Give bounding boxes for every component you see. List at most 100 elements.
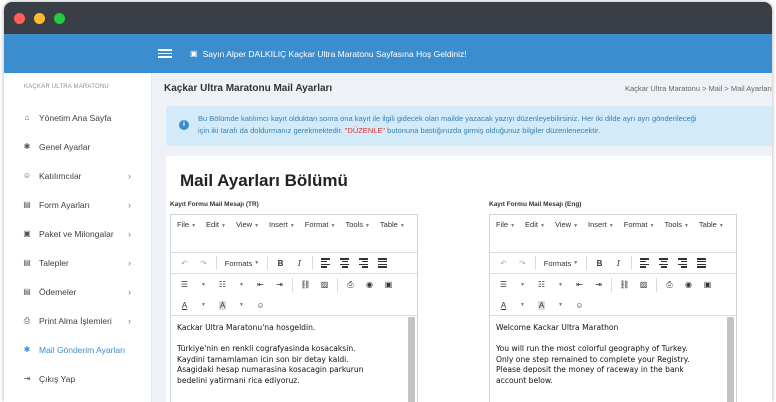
background-color-icon[interactable]: A — [213, 298, 232, 313]
sidebar-item[interactable]: ▤ Ödemeler › — [4, 277, 151, 306]
editor-scrollbar[interactable] — [727, 317, 734, 402]
toolbar-separator — [312, 256, 313, 270]
editor-label: Kayıt Formu Mail Mesajı (Eng) — [489, 201, 582, 208]
caret-down-icon: ▼ — [649, 223, 655, 229]
bullet-list-icon[interactable]: ☰ — [494, 277, 513, 292]
image-icon[interactable]: ▨ — [634, 277, 653, 292]
align-center-icon[interactable] — [335, 256, 354, 271]
numbered-list-icon[interactable]: ☷ — [532, 277, 551, 292]
media-icon[interactable]: ▣ — [698, 277, 717, 292]
link-icon[interactable]: ⛓ — [615, 277, 634, 292]
chevron-right-icon: › — [128, 315, 131, 326]
caret-down-icon[interactable]: ▼ — [232, 277, 251, 292]
bold-icon[interactable]: B — [271, 256, 290, 271]
formats-dropdown[interactable]: Formats ▼ — [220, 256, 264, 271]
bold-icon[interactable]: B — [590, 256, 609, 271]
align-left-icon[interactable] — [635, 256, 654, 271]
link-icon[interactable]: ⛓ — [296, 277, 315, 292]
image-icon[interactable]: ▨ — [315, 277, 334, 292]
minimize-window-dot[interactable] — [34, 12, 45, 24]
sidebar-item[interactable]: ▤ Talepler › — [4, 248, 151, 277]
preview-icon[interactable]: ◉ — [679, 277, 698, 292]
align-justify-icon[interactable] — [373, 256, 392, 271]
editor-menu-item[interactable]: Format ▼ — [305, 219, 336, 237]
align-right-icon[interactable] — [673, 256, 692, 271]
editor-menu-item[interactable]: Insert ▼ — [588, 219, 614, 237]
editor-menu-item[interactable]: Table ▼ — [380, 219, 405, 237]
payment-icon: ▤ — [23, 287, 31, 296]
undo-icon[interactable]: ↶ — [175, 256, 194, 271]
page-title: Kaçkar Ultra Maratonu Mail Ayarları — [164, 82, 333, 94]
indent-icon[interactable]: ⇥ — [270, 277, 289, 292]
sidebar-item[interactable]: ☺ Katılımcılar › — [4, 161, 151, 190]
editor-body[interactable]: Kackar Ultra Maratonu'na hosgeldin. Türk… — [171, 316, 417, 386]
italic-icon[interactable]: I — [609, 256, 628, 271]
editor-menubar: File ▼ Edit ▼ View ▼ Insert ▼ Format ▼ Tools ▼ Table… — [171, 215, 417, 253]
close-window-dot[interactable] — [14, 12, 25, 24]
page-header: Kaçkar Ultra Maratonu Mail Ayarları Kaçk… — [152, 73, 772, 103]
align-center-icon[interactable] — [654, 256, 673, 271]
brand-strip — [4, 34, 152, 73]
editor-scrollbar[interactable] — [408, 317, 415, 402]
indent-icon[interactable]: ⇥ — [589, 277, 608, 292]
caret-down-icon[interactable]: ▼ — [551, 277, 570, 292]
print-icon[interactable]: ⎙ — [660, 277, 679, 292]
emoticon-icon[interactable]: ☺ — [570, 298, 589, 313]
caret-down-icon: ▼ — [573, 260, 579, 266]
media-icon[interactable]: ▣ — [379, 277, 398, 292]
background-color-icon[interactable]: A — [532, 298, 551, 313]
align-right-icon[interactable] — [354, 256, 373, 271]
caret-down-icon[interactable]: ▼ — [194, 277, 213, 292]
text-color-icon[interactable]: A — [175, 298, 194, 313]
editor-toolbar-row: A ▼ A ▼ ☺ — [490, 295, 736, 316]
editor-menu-label: Insert — [588, 220, 607, 229]
sidebar-item[interactable]: ✱ Genel Ayarlar — [4, 132, 151, 161]
editor-body[interactable]: Welcome Kackar Ultra Marathon You will r… — [490, 316, 736, 386]
toolbar-separator — [611, 277, 612, 292]
print-icon[interactable]: ⎙ — [341, 277, 360, 292]
redo-icon[interactable]: ↷ — [194, 256, 213, 271]
maximize-window-dot[interactable] — [54, 12, 65, 24]
home-icon: ⌂ — [24, 113, 30, 122]
editor-menu-item[interactable]: Insert ▼ — [269, 219, 295, 237]
editor-menu-item[interactable]: Format ▼ — [624, 219, 655, 237]
align-justify-icon[interactable] — [692, 256, 711, 271]
editor-menu-item[interactable]: Tools ▼ — [664, 219, 688, 237]
editor-menu-item[interactable]: File ▼ — [496, 219, 515, 237]
editor-menu-item[interactable]: View ▼ — [555, 219, 578, 237]
caret-down-icon[interactable]: ▼ — [194, 298, 213, 313]
caret-down-icon[interactable]: ▼ — [551, 298, 570, 313]
breadcrumb[interactable]: Kaçkar Ultra Maratonu > Mail > Mail Ayar… — [625, 84, 772, 93]
editor-menu-item[interactable]: File ▼ — [177, 219, 196, 237]
sidebar-item[interactable]: ▣ Paket ve Milongalar › — [4, 219, 151, 248]
caret-down-icon: ▼ — [364, 223, 370, 229]
undo-icon[interactable]: ↶ — [494, 256, 513, 271]
chevron-right-icon: › — [128, 228, 131, 239]
redo-icon[interactable]: ↷ — [513, 256, 532, 271]
emoticon-icon[interactable]: ☺ — [251, 298, 270, 313]
sidebar-item[interactable]: ⇥ Çıkış Yap — [4, 364, 151, 393]
preview-icon[interactable]: ◉ — [360, 277, 379, 292]
sidebar-item[interactable]: ⎙ Print Alma İşlemleri › — [4, 306, 151, 335]
outdent-icon[interactable]: ⇤ — [251, 277, 270, 292]
editor-menu-item[interactable]: Tools ▼ — [345, 219, 369, 237]
sidebar-item[interactable]: ▤ Form Ayarları › — [4, 190, 151, 219]
italic-icon[interactable]: I — [290, 256, 309, 271]
align-left-icon[interactable] — [316, 256, 335, 271]
menu-toggle-icon[interactable] — [158, 49, 172, 58]
caret-down-icon[interactable]: ▼ — [232, 298, 251, 313]
outdent-icon[interactable]: ⇤ — [570, 277, 589, 292]
editor-menu-item[interactable]: Table ▼ — [699, 219, 724, 237]
sidebar-item[interactable]: ⌂ Yönetim Ana Sayfa — [4, 103, 151, 132]
sidebar-item[interactable]: ✱ Mail Gönderim Ayarları — [4, 335, 151, 364]
editor-menu-item[interactable]: View ▼ — [236, 219, 259, 237]
caret-down-icon[interactable]: ▼ — [513, 298, 532, 313]
caret-down-icon[interactable]: ▼ — [513, 277, 532, 292]
formats-dropdown[interactable]: Formats ▼ — [539, 256, 583, 271]
editor-menu-item[interactable]: Edit ▼ — [206, 219, 226, 237]
editor-menu-item[interactable]: Edit ▼ — [525, 219, 545, 237]
text-color-icon[interactable]: A — [494, 298, 513, 313]
numbered-list-icon[interactable]: ☷ — [213, 277, 232, 292]
caret-down-icon: ▼ — [220, 223, 226, 229]
bullet-list-icon[interactable]: ☰ — [175, 277, 194, 292]
